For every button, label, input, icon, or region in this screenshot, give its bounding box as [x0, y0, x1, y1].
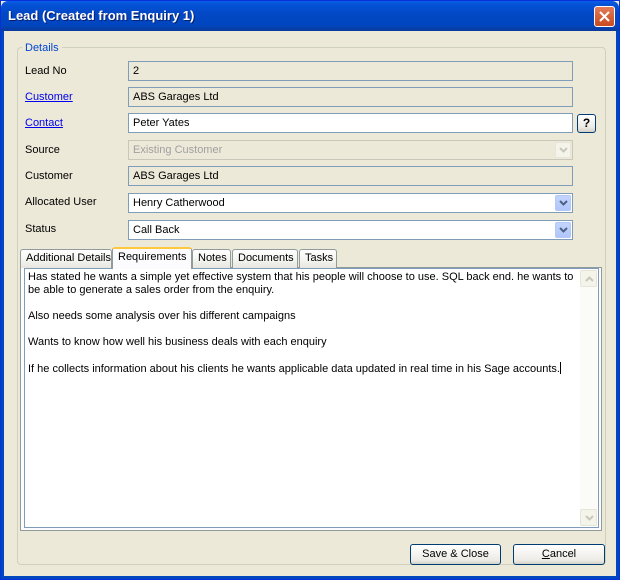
tab-requirements[interactable]: Requirements — [112, 247, 192, 269]
status-label: Status — [25, 223, 57, 235]
requirements-paragraph: Wants to know how well his business deal… — [28, 336, 327, 348]
status-dropdown-button[interactable] — [555, 222, 571, 238]
scroll-down-arrow-icon — [585, 515, 594, 521]
allocated-user-dropdown[interactable]: Henry Catherwood — [128, 193, 573, 213]
contact-help-button[interactable]: ? — [577, 114, 596, 133]
lead-no-value: 2 — [133, 65, 140, 77]
requirements-paragraph-last: If he collects information about his cli… — [28, 362, 581, 376]
details-legend: Details — [22, 42, 62, 54]
allocated-user-dropdown-button[interactable] — [555, 195, 571, 211]
contact-link[interactable]: Contact — [25, 117, 63, 129]
status-value: Call Back — [133, 224, 180, 236]
source-dropdown: Existing Customer — [128, 140, 573, 160]
window-frame-left — [1, 31, 4, 579]
customer-link-field: ABS Garages Ltd — [128, 87, 573, 107]
requirements-textarea[interactable]: Has stated he wants a simple yet effecti… — [24, 268, 599, 528]
customer-value: ABS Garages Ltd — [133, 170, 219, 182]
requirements-paragraph: If he collects information about his cli… — [28, 363, 560, 375]
source-dropdown-button — [555, 142, 571, 158]
allocated-user-value: Henry Catherwood — [133, 197, 225, 209]
window-frame-bottom — [1, 576, 619, 579]
lead-window: Lead (Created from Enquiry 1) Details Le… — [0, 0, 620, 580]
title-bar[interactable]: Lead (Created from Enquiry 1) — [1, 1, 619, 31]
scroll-up-arrow-icon — [585, 276, 594, 282]
scroll-up-button[interactable] — [580, 270, 597, 287]
contact-value: Peter Yates — [133, 117, 190, 129]
source-label: Source — [25, 144, 60, 156]
customer-link[interactable]: Customer — [25, 91, 73, 103]
tab-additional-details[interactable]: Additional Details — [20, 249, 112, 268]
text-caret — [559, 362, 561, 374]
tab-notes[interactable]: Notes — [192, 249, 231, 268]
chevron-down-icon — [559, 147, 568, 153]
window-title: Lead (Created from Enquiry 1) — [8, 8, 195, 23]
chevron-down-icon — [559, 200, 568, 206]
cancel-label: ancel — [549, 548, 577, 560]
customer-field: ABS Garages Ltd — [128, 166, 573, 186]
close-button[interactable] — [594, 6, 615, 27]
contact-field[interactable]: Peter Yates — [128, 113, 573, 133]
cancel-mnemonic: C — [541, 548, 550, 560]
tab-documents[interactable]: Documents — [232, 249, 298, 268]
chevron-down-icon — [559, 227, 568, 233]
lead-no-label: Lead No — [25, 65, 67, 77]
vertical-scrollbar[interactable] — [580, 270, 597, 526]
close-icon — [599, 11, 610, 22]
tab-tasks[interactable]: Tasks — [299, 249, 337, 268]
status-dropdown[interactable]: Call Back — [128, 220, 573, 240]
save-close-button[interactable]: Save & Close — [410, 544, 501, 565]
requirements-paragraph: Also needs some analysis over his differ… — [28, 310, 296, 322]
customer-link-value: ABS Garages Ltd — [133, 91, 219, 103]
lead-no-field: 2 — [128, 61, 573, 81]
customer-label: Customer — [25, 170, 73, 182]
cancel-button[interactable]: Cancel — [513, 544, 605, 565]
source-value: Existing Customer — [133, 144, 223, 156]
requirements-text: Has stated he wants a simple yet effecti… — [27, 271, 582, 389]
requirements-paragraph: Has stated he wants a simple yet effecti… — [28, 271, 574, 296]
allocated-user-label: Allocated User — [25, 196, 97, 208]
window-frame-right — [616, 31, 619, 579]
scroll-down-button[interactable] — [580, 509, 597, 526]
